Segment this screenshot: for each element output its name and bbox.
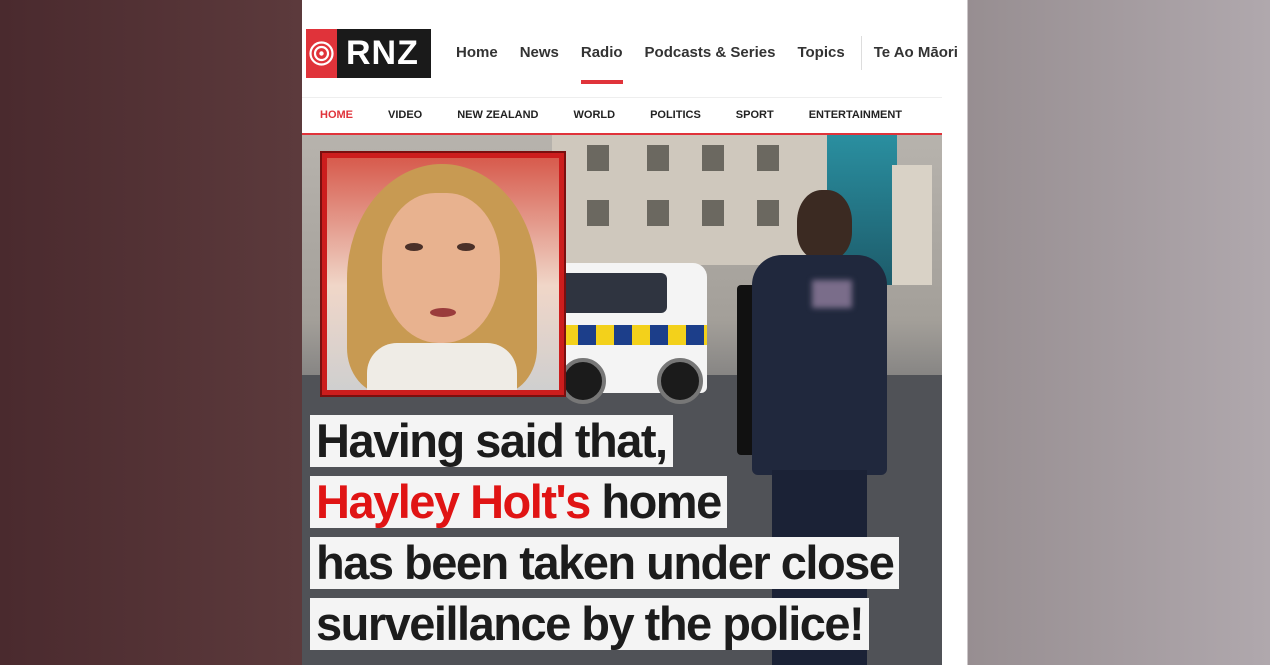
subnav-new-zealand[interactable]: NEW ZEALAND: [457, 109, 538, 121]
clock-tower: [892, 165, 932, 285]
main-nav: Home News Radio Podcasts & Series Topics…: [456, 36, 967, 84]
header-divider: [302, 97, 942, 98]
hero-caption: Having said that, Hayley Holt's home has…: [310, 415, 900, 659]
nav-te-ao-maori[interactable]: Te Ao Māori: [874, 44, 958, 70]
caption-line-2: Hayley Holt's home: [310, 476, 727, 528]
caption-line-3: has been taken under close: [310, 537, 900, 589]
subnav-sport[interactable]: SPORT: [736, 109, 774, 121]
presenter-inset-photo: [322, 153, 564, 395]
nav-home[interactable]: Home: [456, 44, 498, 70]
caption-line-4: surveillance by the police!: [310, 598, 870, 650]
subnav-entertainment[interactable]: ENTERTAINMENT: [809, 109, 902, 121]
subnav-video[interactable]: VIDEO: [388, 109, 422, 121]
nav-news[interactable]: News: [520, 44, 559, 70]
sub-nav: HOME VIDEO NEW ZEALAND WORLD POLITICS SP…: [320, 109, 937, 121]
nav-divider: [860, 36, 862, 70]
police-car: [542, 263, 707, 404]
subnav-world[interactable]: WORLD: [574, 109, 616, 121]
logo-text: RNZ: [346, 34, 419, 72]
subnav-home[interactable]: HOME: [320, 109, 353, 121]
caption-line-2-rest: home: [589, 475, 722, 528]
caption-highlight-name: Hayley Holt's: [316, 475, 591, 528]
article-page: RNZ Home News Radio Podcasts & Series To…: [302, 0, 967, 665]
hero-image[interactable]: Having said that, Hayley Holt's home has…: [302, 135, 942, 665]
nav-podcasts-series[interactable]: Podcasts & Series: [645, 44, 776, 70]
rnz-logo-mark-icon: [306, 29, 337, 78]
nav-topics[interactable]: Topics: [797, 44, 844, 70]
rnz-logo[interactable]: RNZ: [306, 29, 431, 78]
caption-line-1: Having said that,: [310, 415, 673, 467]
subnav-politics[interactable]: POLITICS: [650, 109, 701, 121]
nav-radio[interactable]: Radio: [580, 44, 623, 84]
